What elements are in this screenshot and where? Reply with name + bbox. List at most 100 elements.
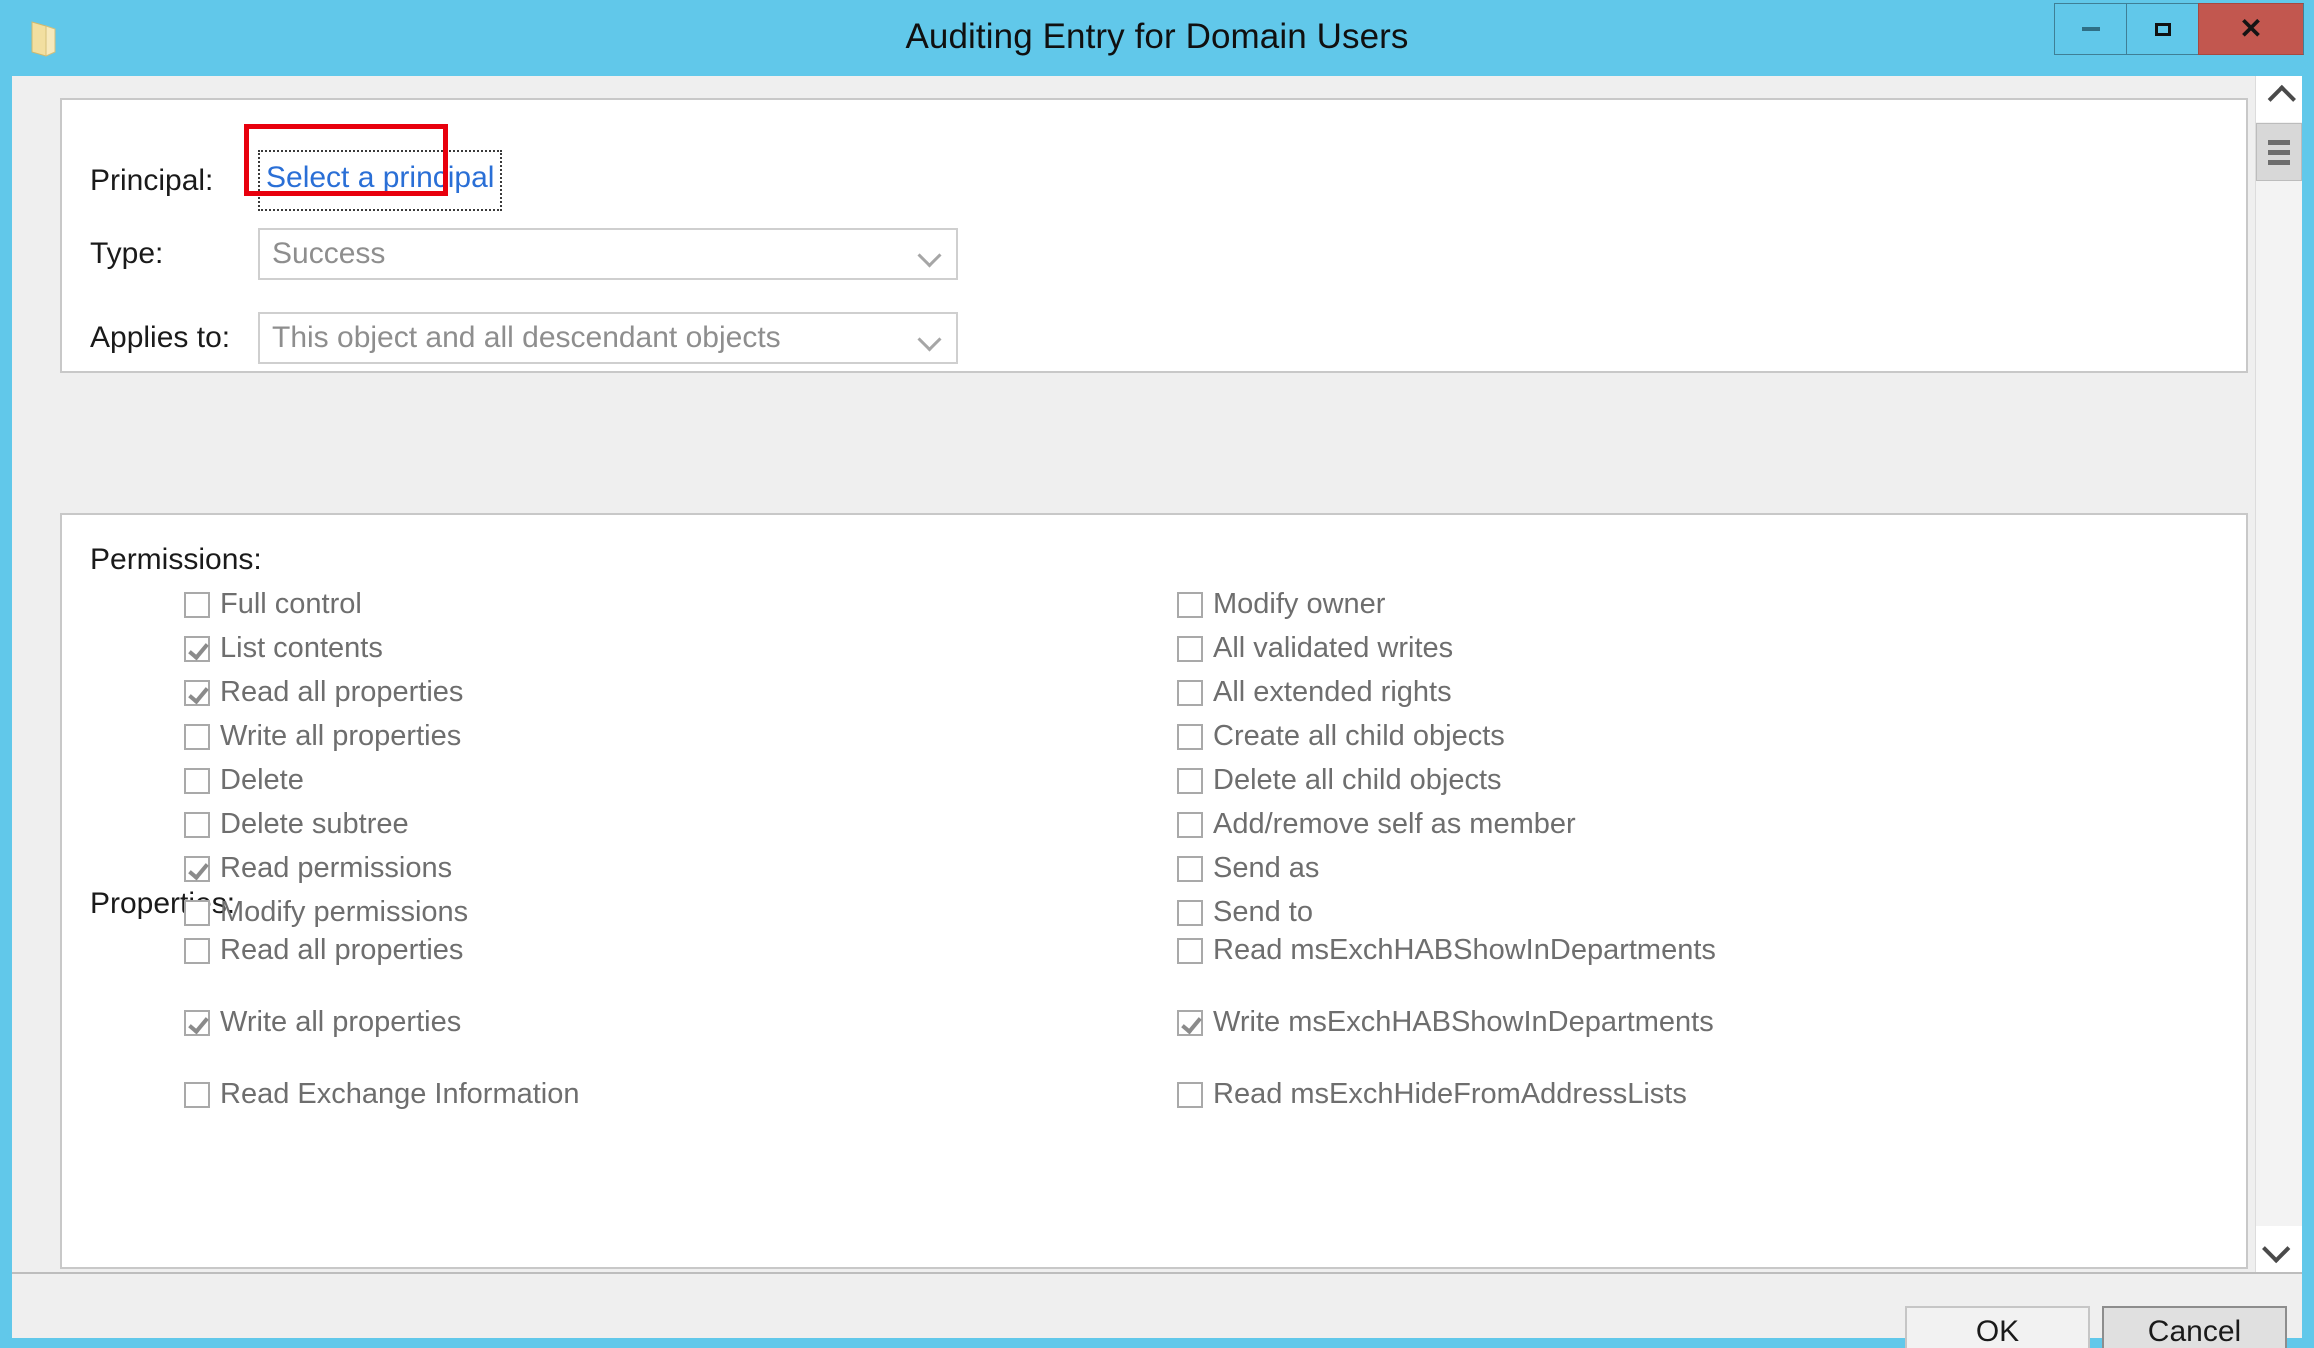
checkbox-label: All validated writes	[1213, 632, 1454, 664]
checkbox-unchecked[interactable]	[184, 812, 210, 838]
checkbox-label: Delete subtree	[220, 808, 409, 840]
checkbox-label: Read msExchHABShowInDepartments	[1213, 934, 1716, 966]
checkbox-label: List contents	[220, 632, 383, 664]
chevron-down-icon	[2262, 1234, 2291, 1264]
close-button[interactable]: ✕	[2198, 3, 2304, 55]
checkbox-unchecked[interactable]	[1177, 724, 1203, 750]
checkbox-unchecked[interactable]	[1177, 636, 1203, 662]
checkbox-label: Read all properties	[220, 934, 464, 966]
checkbox-label: Write all properties	[220, 1006, 462, 1038]
grip-line	[2268, 149, 2290, 155]
checkbox-label: Create all child objects	[1213, 720, 1505, 752]
checkbox-row[interactable]: Create all child objects	[1177, 719, 1505, 753]
checkbox-unchecked[interactable]	[184, 592, 210, 618]
permissions-panel: Permissions: Properties: Full control Lis…	[60, 513, 2248, 1269]
checkbox-row[interactable]: Send as	[1177, 851, 1319, 885]
applies-to-row: Applies to: This object and all descenda…	[90, 312, 958, 364]
checkbox-label: Read all properties	[220, 676, 464, 708]
scrollbar-thumb[interactable]	[2256, 123, 2302, 181]
scroll-down-button[interactable]	[2256, 1226, 2302, 1272]
checkbox-row[interactable]: Write msExchHABShowInDepartments	[1177, 1005, 1714, 1039]
checkbox-unchecked[interactable]	[1177, 856, 1203, 882]
checkbox-label: Delete	[220, 764, 304, 796]
applies-to-dropdown[interactable]: This object and all descendant objects	[258, 312, 958, 364]
checkbox-row[interactable]: Write all properties	[184, 1005, 461, 1039]
checkbox-row[interactable]: Delete subtree	[184, 807, 409, 841]
checkbox-unchecked[interactable]	[184, 768, 210, 794]
dialog-footer: OK Cancel	[12, 1272, 2302, 1348]
checkbox-unchecked[interactable]	[1177, 768, 1203, 794]
principal-label: Principal:	[90, 163, 214, 197]
checkbox-unchecked[interactable]	[1177, 812, 1203, 838]
checkbox-unchecked[interactable]	[1177, 592, 1203, 618]
principal-row: Principal: Select a principal	[90, 124, 503, 211]
vertical-scrollbar[interactable]	[2255, 76, 2302, 1272]
checkbox-checked[interactable]	[184, 1010, 210, 1036]
chevron-down-icon	[917, 243, 942, 268]
checkbox-row[interactable]: Full control	[184, 587, 362, 621]
auditing-entry-window: Auditing Entry for Domain Users ✕ Princi…	[0, 0, 2314, 1348]
checkbox-label: Modify owner	[1213, 588, 1386, 620]
checkbox-label: Add/remove self as member	[1213, 808, 1576, 840]
checkbox-checked[interactable]	[184, 680, 210, 706]
checkbox-label: Send as	[1213, 852, 1320, 884]
checkbox-unchecked[interactable]	[184, 900, 210, 926]
checkbox-row[interactable]: All extended rights	[1177, 675, 1452, 709]
checkbox-row[interactable]: Read msExchHABShowInDepartments	[1177, 933, 1716, 967]
checkbox-unchecked[interactable]	[184, 938, 210, 964]
checkbox-label: Read Exchange Information	[220, 1078, 580, 1110]
checkbox-label: Write msExchHABShowInDepartments	[1213, 1006, 1714, 1038]
checkbox-row[interactable]: Read permissions	[184, 851, 452, 885]
select-principal-link[interactable]: Select a principal	[266, 161, 494, 194]
checkbox-row[interactable]: Read all properties	[184, 933, 463, 967]
applies-to-label: Applies to:	[90, 321, 231, 354]
grip-line	[2268, 139, 2290, 145]
checkbox-checked[interactable]	[184, 856, 210, 882]
checkbox-label: Read permissions	[220, 852, 453, 884]
checkbox-unchecked[interactable]	[1177, 900, 1203, 926]
maximize-button[interactable]	[2126, 3, 2198, 55]
checkbox-label: Full control	[220, 588, 362, 620]
type-dropdown[interactable]: Success	[258, 228, 958, 280]
checkbox-label: Read msExchHideFromAddressLists	[1213, 1078, 1687, 1110]
type-row: Type: Success	[90, 228, 958, 280]
chevron-down-icon	[917, 327, 942, 352]
dialog-client-area: Principal: Select a principal Type: Succ…	[12, 76, 2302, 1348]
window-title: Auditing Entry for Domain Users	[905, 17, 1409, 56]
checkbox-label: Send to	[1213, 896, 1313, 928]
checkbox-checked[interactable]	[1177, 1010, 1203, 1036]
type-value: Success	[272, 237, 386, 270]
scroll-up-button[interactable]	[2256, 76, 2302, 122]
checkbox-row[interactable]: All validated writes	[1177, 631, 1453, 665]
checkbox-unchecked[interactable]	[1177, 1082, 1203, 1108]
caption-buttons: ✕	[2054, 3, 2304, 55]
permissions-heading: Permissions:	[90, 543, 262, 576]
checkbox-label: Write all properties	[220, 720, 462, 752]
checkbox-row[interactable]: Delete all child objects	[1177, 763, 1502, 797]
checkbox-unchecked[interactable]	[184, 724, 210, 750]
ok-button[interactable]: OK	[1905, 1306, 2090, 1348]
checkbox-unchecked[interactable]	[184, 1082, 210, 1108]
chevron-up-icon	[2267, 84, 2296, 114]
type-label: Type:	[90, 237, 164, 270]
checkbox-row[interactable]: Add/remove self as member	[1177, 807, 1576, 841]
minimize-button[interactable]	[2054, 3, 2126, 55]
checkbox-row[interactable]: Write all properties	[184, 719, 461, 753]
checkbox-checked[interactable]	[184, 636, 210, 662]
cancel-button[interactable]: Cancel	[2102, 1306, 2287, 1348]
checkbox-row[interactable]: Read msExchHideFromAddressLists	[1177, 1077, 1687, 1111]
checkbox-row[interactable]: Delete	[184, 763, 304, 797]
checkbox-row[interactable]: Modify permissions	[184, 895, 468, 929]
entry-details-panel: Principal: Select a principal Type: Succ…	[60, 98, 2248, 373]
checkbox-unchecked[interactable]	[1177, 938, 1203, 964]
grip-line	[2268, 159, 2290, 165]
checkbox-label: Modify permissions	[220, 896, 469, 928]
checkbox-unchecked[interactable]	[1177, 680, 1203, 706]
checkbox-row[interactable]: Read all properties	[184, 675, 463, 709]
checkbox-row[interactable]: List contents	[184, 631, 383, 665]
checkbox-row[interactable]: Read Exchange Information	[184, 1077, 580, 1111]
principal-focus-ring: Select a principal	[258, 150, 503, 211]
checkbox-row[interactable]: Send to	[1177, 895, 1313, 929]
applies-to-value: This object and all descendant objects	[272, 321, 781, 354]
checkbox-row[interactable]: Modify owner	[1177, 587, 1385, 621]
